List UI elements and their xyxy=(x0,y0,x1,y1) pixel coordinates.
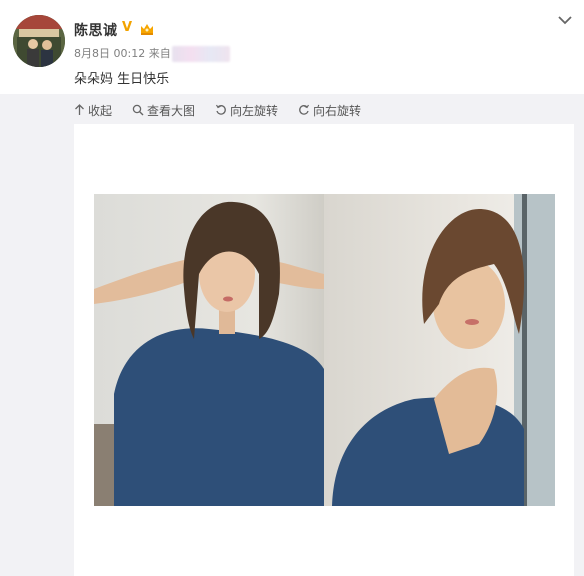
collapse-label: 收起 xyxy=(88,103,113,118)
post-time[interactable]: 00:12 xyxy=(114,47,146,60)
rotate-left-button[interactable]: 向左旋转 xyxy=(215,102,278,118)
rotate-right-icon xyxy=(299,104,310,115)
rotate-left-label: 向左旋转 xyxy=(230,103,279,118)
avatar[interactable] xyxy=(13,15,65,67)
post-source-prefix: 来自 xyxy=(148,47,171,60)
chevron-down-icon[interactable] xyxy=(557,11,573,25)
rotate-left-icon xyxy=(215,104,226,115)
magnifier-icon xyxy=(132,104,144,116)
photo-frame xyxy=(74,124,574,576)
arrow-up-icon xyxy=(75,104,84,115)
post-photo[interactable] xyxy=(94,194,555,506)
crown-icon xyxy=(139,21,155,35)
blurred-source xyxy=(171,46,230,62)
view-large-button[interactable]: 查看大图 xyxy=(132,102,195,118)
collapse-button[interactable]: 收起 xyxy=(74,102,112,118)
post-text: 朵朵妈 生日快乐 xyxy=(74,72,170,87)
post-meta: 8月8日 00:12 来自 xyxy=(74,45,230,62)
vip-v-icon: V xyxy=(122,20,133,35)
post-date[interactable]: 8月8日 xyxy=(74,47,110,60)
rotate-right-label: 向右旋转 xyxy=(313,103,362,118)
username[interactable]: 陈思诚 xyxy=(74,20,118,40)
post-header: 陈思诚 V 8月8日 00:12 来自 朵朵妈 生日快乐 xyxy=(0,0,584,94)
view-large-label: 查看大图 xyxy=(147,103,196,118)
media-panel: 收起 查看大图 向左旋转 向右旋转 xyxy=(0,94,584,576)
rotate-right-button[interactable]: 向右旋转 xyxy=(298,102,361,118)
